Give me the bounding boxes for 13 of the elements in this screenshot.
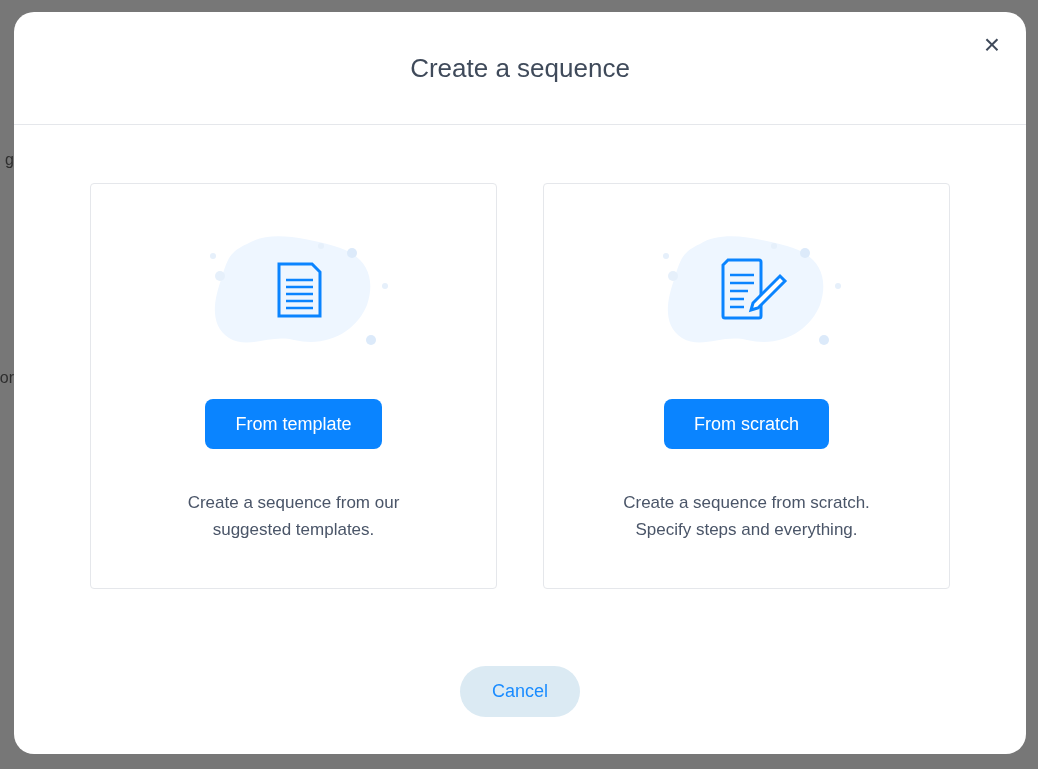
- option-description: Specify steps and everything.: [635, 519, 858, 541]
- option-description: Create a sequence from scratch.: [623, 492, 870, 514]
- option-description: suggested templates.: [212, 519, 375, 541]
- document-pencil-icon: [721, 258, 787, 320]
- dialog-title: Create a sequence: [410, 51, 630, 85]
- background-text: g: [5, 150, 14, 170]
- option-description: Create a sequence from our: [187, 492, 400, 514]
- background-text: or: [0, 368, 14, 388]
- option-button[interactable]: From scratch: [664, 399, 829, 449]
- option-button[interactable]: From template: [205, 399, 382, 449]
- document-icon: [277, 262, 321, 318]
- close-button[interactable]: ×: [978, 30, 1006, 60]
- cancel-button[interactable]: Cancel: [460, 666, 580, 717]
